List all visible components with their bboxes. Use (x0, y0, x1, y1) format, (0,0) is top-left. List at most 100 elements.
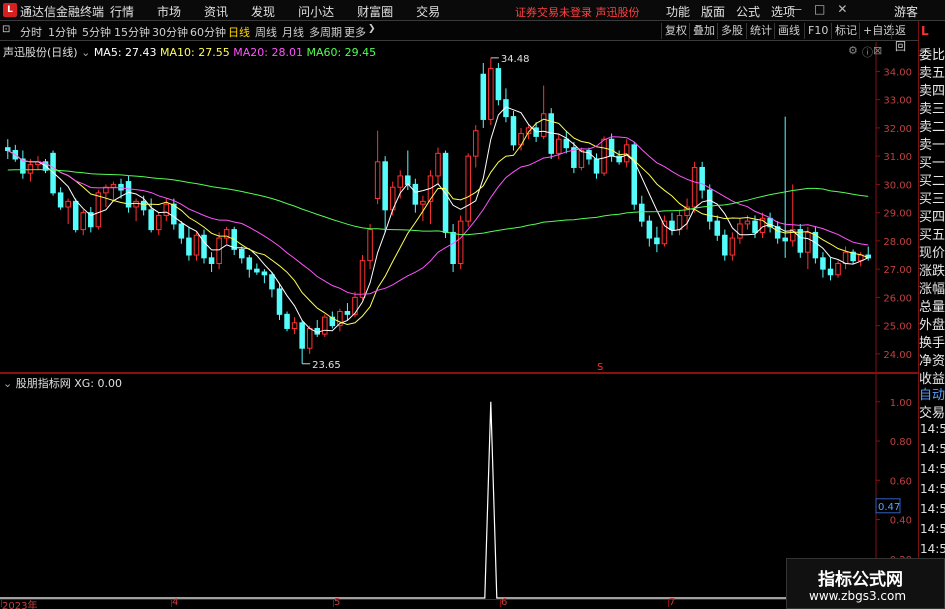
price-tick-label: 29.00 (883, 209, 912, 220)
auto-trade-tab[interactable]: 自动 (919, 384, 945, 403)
ma5-line (7, 106, 869, 333)
app-logo-icon: L (3, 3, 17, 17)
btn-mark[interactable]: 标记 (831, 23, 860, 39)
settings-icon[interactable]: ⚙ (848, 44, 858, 57)
price-tick-label: 30.00 (883, 180, 912, 191)
chevron-right-icon[interactable]: ❯ (368, 24, 376, 34)
tf-weekly[interactable]: 周线 (255, 24, 277, 40)
price-tick-label: 28.00 (883, 237, 912, 248)
login-warning[interactable]: 证券交易未登录 声迅股份 (515, 4, 640, 20)
date-axis-label: 4 (172, 597, 179, 608)
chevron-down-icon[interactable]: ⌄ (81, 46, 90, 59)
quote-field-label: 买三 (919, 192, 945, 207)
menu-news[interactable]: 资讯 (204, 3, 228, 20)
tf-30min[interactable]: 30分钟 (152, 24, 188, 40)
tf-monthly[interactable]: 月线 (282, 24, 304, 40)
quote-field-label: 涨幅 (919, 282, 945, 297)
panel-tag[interactable]: L (921, 24, 929, 38)
close-panel-icon[interactable]: ⊠ (873, 44, 882, 57)
candle-down (510, 116, 517, 146)
btn-adjust[interactable]: 复权 (661, 23, 690, 39)
candle-down (72, 200, 79, 231)
candle-down (480, 73, 487, 120)
quote-field-label: 卖一 (919, 138, 945, 153)
indicator-chart[interactable]: 1.000.800.600.400.200.47 (0, 374, 918, 600)
candle-up (133, 200, 139, 208)
btn-f10[interactable]: F10 (804, 23, 831, 39)
trade-time: 14:56 (920, 422, 945, 436)
candle-up (540, 113, 547, 137)
menu-discover[interactable]: 发现 (251, 3, 275, 20)
indicator-chevron-icon[interactable]: ⌄ (3, 377, 12, 390)
candle-down (178, 223, 185, 239)
date-axis-label: 6 (501, 597, 508, 608)
candle-up (163, 203, 170, 216)
candle-up (676, 214, 683, 231)
candle-down (246, 257, 253, 270)
quote-field-label: 委比 (919, 48, 945, 63)
candle-down (669, 220, 675, 231)
price-tick-label: 24.00 (883, 350, 912, 361)
btn-multi-stock[interactable]: 多股 (717, 23, 746, 39)
trade-time: 14:56 (920, 442, 945, 456)
right-menu: 功能 版面 公式 选项 (666, 3, 806, 20)
menu-quotes[interactable]: 行情 (110, 3, 134, 20)
menu-function[interactable]: 功能 (666, 3, 690, 20)
candle-up (857, 254, 864, 262)
btn-draw[interactable]: 画线 (774, 23, 803, 39)
ma5-value: MA5: 27.43 (93, 46, 157, 59)
btn-back[interactable]: 返回 (891, 23, 918, 53)
close-icon[interactable]: ✕ (837, 2, 847, 16)
low-price-label: 23.65 (312, 360, 341, 371)
candle-down (639, 203, 645, 222)
btn-overlay[interactable]: 叠加 (689, 23, 718, 39)
candle-down (201, 234, 207, 259)
candle-down (412, 183, 419, 205)
candle-up (322, 316, 328, 335)
candle-down (495, 68, 502, 101)
date-axis-label: 5 (334, 597, 341, 608)
date-axis-tick (171, 599, 172, 607)
toolbar-expand-icon[interactable]: ⊡ (2, 24, 10, 35)
tf-more[interactable]: 更多 (344, 24, 366, 40)
candle-up (397, 175, 404, 188)
kline-chart[interactable]: 34.00 33.00 32.00 31.00 30.00 29.00 28.00 27.00… (0, 42, 918, 372)
kline-legend: 声迅股份(日线) ⌄ MA5: 27.43 MA10: 27.55 MA20: … (3, 44, 376, 60)
current-value-label: 0.47 (878, 502, 900, 513)
tf-intraday[interactable]: 分时 (20, 24, 42, 40)
tf-daily[interactable]: 日线 (228, 24, 250, 40)
tf-15min[interactable]: 15分钟 (114, 24, 150, 40)
candle-up (27, 164, 34, 174)
candle-down (646, 220, 653, 239)
maximize-icon[interactable]: □ (814, 2, 825, 16)
candle-up (306, 327, 313, 349)
guest-user[interactable]: 游客 (894, 3, 918, 20)
minimize-icon[interactable]: — (790, 2, 802, 16)
tf-multi[interactable]: 多周期 (309, 24, 342, 40)
btn-stats[interactable]: 统计 (746, 23, 775, 39)
menu-layout[interactable]: 版面 (701, 3, 725, 20)
candle-down (171, 203, 177, 225)
quote-field-label: 卖三 (919, 102, 945, 117)
trade-tab[interactable]: 交易 (919, 402, 945, 421)
menu-market[interactable]: 市场 (157, 3, 181, 20)
tf-60min[interactable]: 60分钟 (190, 24, 226, 40)
menu-ask[interactable]: 问小达 (298, 3, 334, 20)
title-bar: L 通达信金融终端 行情 市场 资讯 发现 问小达 财富圈 交易 证券交易未登录… (0, 0, 945, 21)
tf-1min[interactable]: 1分钟 (48, 24, 77, 40)
candle-up (193, 234, 200, 256)
watermark-title: 指标公式网 (818, 570, 903, 590)
candle-down (654, 237, 660, 245)
quote-field-label: 买四 (919, 210, 945, 225)
info-icon[interactable]: ⓘ (862, 44, 873, 60)
candle-down (140, 200, 147, 211)
menu-wealth[interactable]: 财富圈 (357, 3, 393, 20)
tf-5min[interactable]: 5分钟 (82, 24, 111, 40)
candle-down (238, 248, 245, 259)
date-axis-tick (333, 599, 334, 607)
watermark-url: www.zbgs3.com (809, 589, 907, 603)
indicator-name: 股朋指标网 (15, 377, 71, 390)
candle-down (797, 229, 804, 253)
menu-trade[interactable]: 交易 (416, 3, 440, 20)
menu-formula[interactable]: 公式 (736, 3, 760, 20)
